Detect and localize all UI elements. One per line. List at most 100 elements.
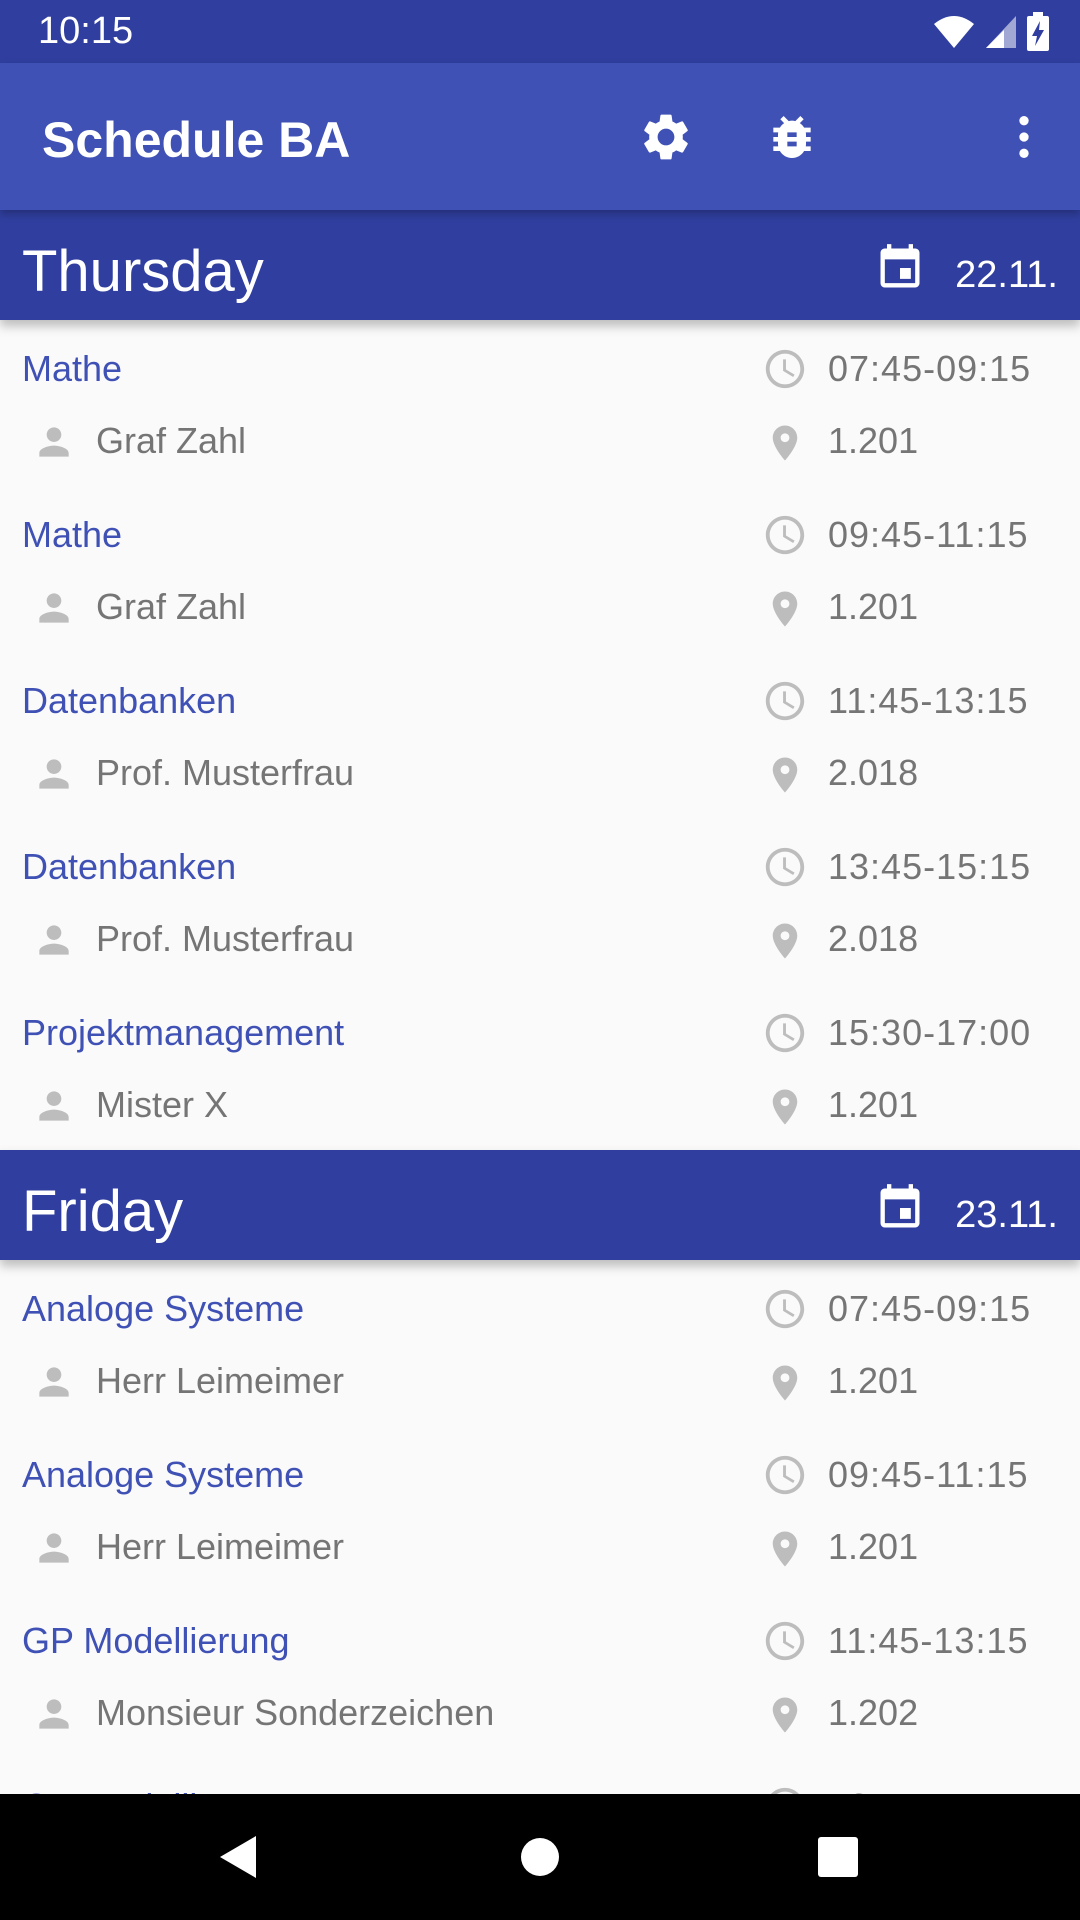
lecture-room: 1.201 xyxy=(828,1360,919,1401)
person-icon xyxy=(39,593,69,623)
recents-button[interactable] xyxy=(808,1827,868,1887)
lecture-entry[interactable]: GP Modellierung 13:45-15:15 xyxy=(0,1758,1080,1794)
location-pin-icon xyxy=(772,1697,798,1733)
room-icon-wrap xyxy=(764,1358,806,1413)
location-pin-icon xyxy=(772,1365,798,1401)
cellular-signal-icon xyxy=(986,16,1016,48)
lecture-teacher: Monsieur Sonderzeichen xyxy=(96,1692,495,1733)
lecture-time: 13:45-15:15 xyxy=(828,846,1032,887)
status-time: 10:15 xyxy=(38,10,134,52)
settings-button[interactable] xyxy=(636,107,696,167)
day-name: Thursday xyxy=(22,239,264,304)
teacher-icon-wrap xyxy=(32,1526,76,1575)
lecture-entry[interactable]: Analoge Systeme 07:45-09:15 Herr Leimeimer… xyxy=(0,1260,1080,1426)
lecture-room: 1.201 xyxy=(828,1526,919,1567)
time-icon-wrap xyxy=(762,512,808,563)
lecture-teacher: Prof. Musterfrau xyxy=(96,918,355,959)
room-icon-wrap xyxy=(764,1082,806,1137)
lecture-time: 09:45-11:15 xyxy=(828,514,1029,555)
lecture-entry[interactable]: Datenbanken 13:45-15:15 Prof. Musterfrau 2.… xyxy=(0,818,1080,984)
days-container: Thursday 22.11. Mathe 07:45-09:15 Graf Zahl 1… xyxy=(0,210,1080,1794)
lecture-teacher: Prof. Musterfrau xyxy=(96,752,355,793)
app-bar: Schedule BA xyxy=(0,63,1080,210)
lecture-time: 11:45-13:15 xyxy=(828,680,1029,721)
room-icon-wrap xyxy=(764,750,806,805)
location-pin-icon xyxy=(772,923,798,959)
lecture-teacher: Graf Zahl xyxy=(96,586,247,627)
teacher-icon-wrap xyxy=(32,586,76,635)
clock-icon xyxy=(765,681,805,721)
clock-icon xyxy=(765,1013,805,1053)
lecture-time: 11:45-13:15 xyxy=(828,1620,1029,1661)
person-icon xyxy=(39,1091,69,1121)
lecture-entry[interactable]: Projektmanagement 15:30-17:00 Mister X 1.20… xyxy=(0,984,1080,1150)
status-bar: 10:15 xyxy=(0,0,1080,63)
lecture-subject: Analoge Systeme xyxy=(22,1454,305,1495)
person-icon xyxy=(39,759,69,789)
lecture-subject: Analoge Systeme xyxy=(22,1288,305,1329)
gear-icon xyxy=(644,114,688,160)
time-icon-wrap xyxy=(762,1452,808,1503)
calendar-icon xyxy=(880,1184,920,1228)
location-pin-icon xyxy=(772,1089,798,1125)
lecture-time: 15:30-17:00 xyxy=(828,1012,1032,1053)
calendar-button[interactable] xyxy=(874,1180,926,1241)
lecture-room: 1.201 xyxy=(828,420,919,461)
room-icon-wrap xyxy=(764,1690,806,1745)
navigation-bar xyxy=(0,1794,1080,1920)
person-icon xyxy=(39,925,69,955)
clock-icon xyxy=(765,847,805,887)
teacher-icon-wrap xyxy=(32,918,76,967)
location-pin-icon xyxy=(772,757,798,793)
person-icon xyxy=(39,1367,69,1397)
lecture-subject: Datenbanken xyxy=(22,846,237,887)
lecture-entry[interactable]: Mathe 09:45-11:15 Graf Zahl 1.201 xyxy=(0,486,1080,652)
home-button[interactable] xyxy=(510,1827,570,1887)
calendar-icon xyxy=(880,244,920,288)
lecture-room: 2.018 xyxy=(828,752,919,793)
debug-button[interactable] xyxy=(762,107,822,167)
teacher-icon-wrap xyxy=(32,752,76,801)
home-circle-icon xyxy=(521,1838,559,1876)
lecture-subject: Projektmanagement xyxy=(22,1012,345,1053)
time-icon-wrap xyxy=(762,1618,808,1669)
overflow-menu-button[interactable] xyxy=(994,107,1054,167)
lecture-entry[interactable]: Analoge Systeme 09:45-11:15 Herr Leimeimer… xyxy=(0,1426,1080,1592)
time-icon-wrap xyxy=(762,1010,808,1061)
schedule-list[interactable]: Thursday 22.11. Mathe 07:45-09:15 Graf Zahl 1… xyxy=(0,210,1080,1794)
day-name: Friday xyxy=(22,1179,184,1244)
lecture-entry[interactable]: Datenbanken 11:45-13:15 Prof. Musterfrau 2.… xyxy=(0,652,1080,818)
person-icon xyxy=(39,1533,69,1563)
lecture-teacher: Herr Leimeimer xyxy=(96,1360,345,1401)
room-icon-wrap xyxy=(764,584,806,639)
back-button[interactable] xyxy=(208,1827,268,1887)
lecture-teacher: Graf Zahl xyxy=(96,420,247,461)
time-icon-wrap xyxy=(762,1784,808,1794)
battery-charging-icon xyxy=(1027,12,1049,51)
bug-icon xyxy=(773,116,811,158)
room-icon-wrap xyxy=(764,418,806,473)
calendar-button[interactable] xyxy=(874,240,926,301)
person-icon xyxy=(39,427,69,457)
lecture-subject: GP Modellierung xyxy=(22,1786,290,1794)
lecture-time: 09:45-11:15 xyxy=(828,1454,1029,1495)
clock-icon xyxy=(765,515,805,555)
teacher-icon-wrap xyxy=(32,1692,76,1741)
person-icon xyxy=(39,1699,69,1729)
wifi-icon xyxy=(934,16,974,48)
recents-square-icon xyxy=(818,1837,858,1877)
teacher-icon-wrap xyxy=(32,1084,76,1133)
day-date: 22.11. xyxy=(955,254,1058,296)
teacher-icon-wrap xyxy=(32,420,76,469)
lecture-subject: Mathe xyxy=(22,514,123,555)
room-icon-wrap xyxy=(764,916,806,971)
clock-icon xyxy=(770,1787,800,1794)
lecture-subject: Datenbanken xyxy=(22,680,237,721)
lecture-entry[interactable]: Mathe 07:45-09:15 Graf Zahl 1.201 xyxy=(0,320,1080,486)
time-icon-wrap xyxy=(762,346,808,397)
lecture-subject: GP Modellierung xyxy=(22,1620,290,1661)
location-pin-icon xyxy=(772,591,798,627)
time-icon-wrap xyxy=(762,678,808,729)
location-pin-icon xyxy=(772,425,798,461)
lecture-entry[interactable]: GP Modellierung 11:45-13:15 Monsieur Sonde… xyxy=(0,1592,1080,1758)
